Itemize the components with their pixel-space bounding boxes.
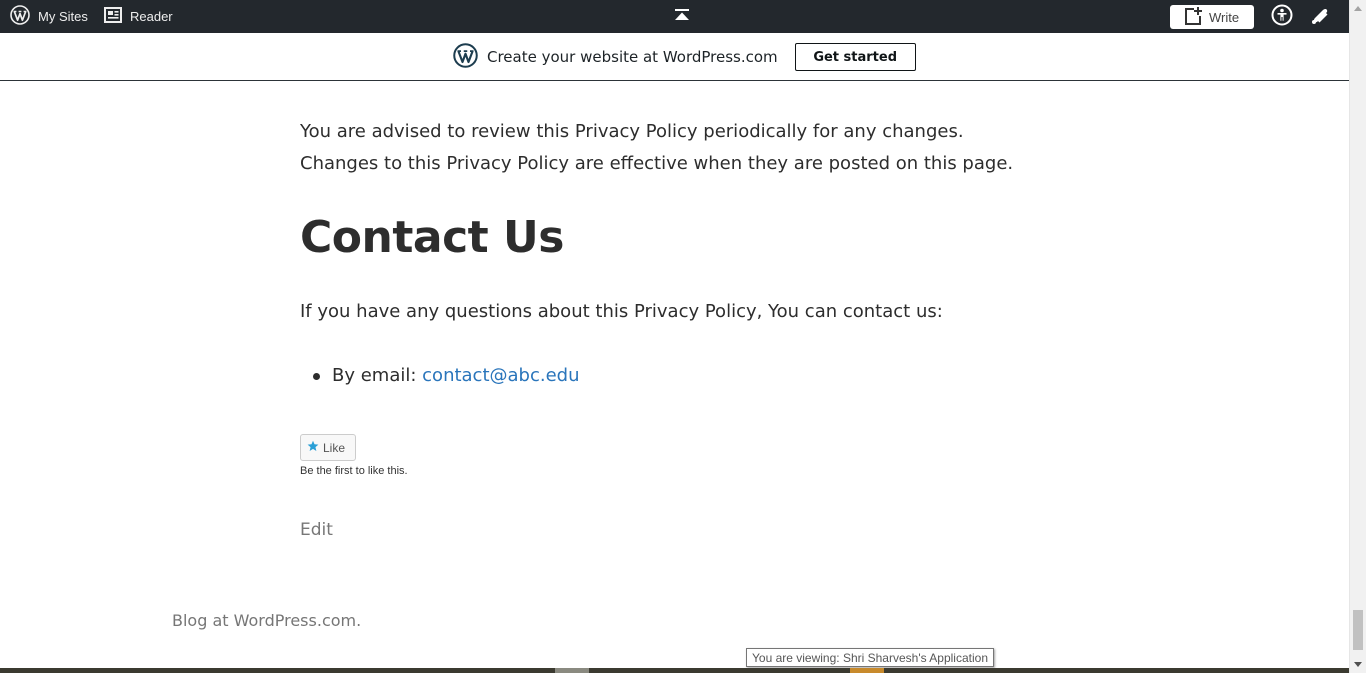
- reader-label: Reader: [130, 9, 173, 24]
- my-sites-button[interactable]: My Sites: [10, 0, 88, 33]
- avatar-icon: [1271, 4, 1293, 29]
- write-label: Write: [1209, 9, 1240, 25]
- privacy-paragraph: You are advised to review this Privacy P…: [300, 121, 1014, 174]
- write-button[interactable]: Write: [1170, 5, 1254, 29]
- footer-credit-link[interactable]: Blog at WordPress.com.: [172, 611, 361, 630]
- notifications-button[interactable]: [1308, 0, 1332, 33]
- email-link[interactable]: contact@abc.edu: [422, 365, 579, 386]
- reader-button[interactable]: Reader: [104, 0, 173, 33]
- vertical-scrollbar[interactable]: [1349, 0, 1366, 673]
- my-sites-label: My Sites: [38, 9, 88, 24]
- collapse-bar-button[interactable]: [672, 0, 692, 33]
- contact-list: By email: contact@abc.edu: [313, 360, 580, 392]
- star-icon: [307, 440, 319, 455]
- scroll-up-arrow-icon[interactable]: [1350, 0, 1366, 17]
- list-item: By email: contact@abc.edu: [313, 360, 580, 392]
- like-button[interactable]: Like: [300, 434, 356, 461]
- new-post-icon: [1183, 6, 1203, 29]
- banner-content: Create your website at WordPress.com Get…: [453, 42, 916, 72]
- wordpress-logo-icon: [10, 5, 30, 28]
- admin-bar: My Sites Reader Write: [0, 0, 1349, 33]
- profile-button[interactable]: [1270, 0, 1294, 33]
- bell-icon: [1310, 5, 1330, 28]
- email-label: By email:: [332, 365, 423, 386]
- banner-text: Create your website at WordPress.com: [487, 48, 778, 66]
- taskbar-item[interactable]: [850, 668, 884, 673]
- scroll-down-arrow-icon[interactable]: [1350, 656, 1366, 673]
- scrollbar-thumb[interactable]: [1353, 610, 1363, 650]
- bullet: [313, 373, 320, 380]
- get-started-button[interactable]: Get started: [794, 43, 916, 71]
- wordpress-logo-icon: [453, 42, 478, 72]
- like-label: Like: [323, 440, 346, 455]
- reader-icon: [104, 7, 122, 26]
- taskbar-strip: [0, 668, 1349, 673]
- contact-heading: Contact Us: [300, 212, 564, 263]
- viewing-tooltip: You are viewing: Shri Sharvesh's Applica…: [746, 648, 994, 667]
- post-content: You are advised to review this Privacy P…: [300, 116, 1040, 180]
- create-website-banner: Create your website at WordPress.com Get…: [0, 33, 1349, 81]
- contact-intro: If you have any questions about this Pri…: [300, 301, 943, 322]
- like-note: Be the first to like this.: [300, 465, 408, 477]
- collapse-up-icon: [675, 9, 689, 24]
- edit-link[interactable]: Edit: [300, 520, 333, 540]
- taskbar-item[interactable]: [555, 668, 589, 673]
